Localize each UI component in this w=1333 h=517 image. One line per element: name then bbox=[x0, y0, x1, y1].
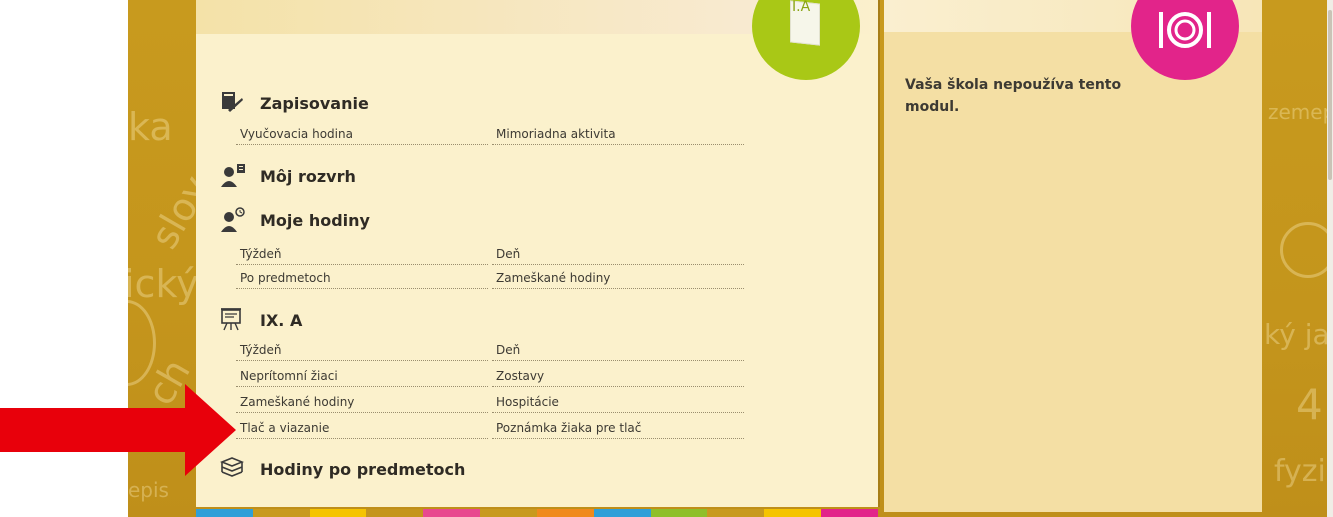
link-zameskane-hodiny[interactable]: Zameškané hodiny bbox=[492, 270, 744, 289]
plate-fork-knife-icon bbox=[1159, 12, 1211, 48]
class-badge-label: I.A bbox=[792, 0, 811, 15]
classroom-board-icon bbox=[220, 307, 246, 333]
section-hodiny-po-predmetoch: Hodiny po predmetoch bbox=[219, 456, 465, 482]
section-moje-hodiny: Moje hodiny bbox=[220, 207, 370, 233]
scrollbar-thumb[interactable] bbox=[1328, 10, 1332, 180]
background-word: epis bbox=[128, 478, 169, 502]
link-den[interactable]: Deň bbox=[492, 342, 744, 361]
color-stripe bbox=[366, 509, 424, 517]
section-title[interactable]: IX. A bbox=[260, 311, 302, 330]
background-word: ký jaz bbox=[1264, 318, 1333, 351]
color-stripe bbox=[536, 509, 594, 517]
color-stripes bbox=[196, 509, 878, 517]
color-stripe bbox=[764, 509, 822, 517]
link-zostavy[interactable]: Zostavy bbox=[492, 368, 744, 387]
link-hospitacie[interactable]: Hospitácie bbox=[492, 394, 744, 413]
link-tyzden[interactable]: Týždeň bbox=[236, 342, 488, 361]
section-ix-a: IX. A bbox=[220, 307, 302, 333]
background-word: ka bbox=[128, 105, 173, 149]
link-zameskane-hodiny[interactable]: Zameškané hodiny bbox=[236, 394, 488, 413]
color-stripe bbox=[707, 509, 765, 517]
section-moj-rozvrh: Môj rozvrh bbox=[220, 163, 356, 189]
link-mimoriadna-aktivita[interactable]: Mimoriadna aktivita bbox=[492, 126, 744, 145]
background-circle bbox=[1280, 222, 1333, 278]
section-title[interactable]: Moje hodiny bbox=[260, 211, 370, 230]
color-stripe bbox=[309, 509, 367, 517]
link-nepritomni-ziaci[interactable]: Neprítomní žiaci bbox=[236, 368, 488, 387]
color-stripe bbox=[650, 509, 708, 517]
color-stripe bbox=[252, 509, 310, 517]
background-word: 4 bbox=[1296, 380, 1323, 429]
link-tyzden[interactable]: Týždeň bbox=[236, 246, 488, 265]
lunch-badge bbox=[1131, 0, 1239, 80]
link-tlac-a-viazanie[interactable]: Tlač a viazanie bbox=[236, 420, 488, 439]
teacher-clock-icon bbox=[220, 207, 246, 233]
link-den[interactable]: Deň bbox=[492, 246, 744, 265]
section-title[interactable]: Môj rozvrh bbox=[260, 167, 356, 186]
page-scrollbar[interactable] bbox=[1327, 0, 1333, 517]
section-title[interactable]: Zapisovanie bbox=[260, 94, 369, 113]
color-stripe bbox=[480, 509, 537, 517]
pencil-writing-icon bbox=[220, 90, 246, 116]
color-stripe bbox=[423, 509, 481, 517]
link-po-predmetoch[interactable]: Po predmetoch bbox=[236, 270, 488, 289]
background-word: fyzi bbox=[1274, 454, 1326, 489]
color-stripe bbox=[593, 509, 651, 517]
color-stripe bbox=[196, 509, 253, 517]
teacher-schedule-icon bbox=[220, 163, 246, 189]
red-arrow-annotation bbox=[0, 384, 236, 476]
module-unavailable-message: Vaša škola nepoužíva tento modul. bbox=[905, 77, 1122, 115]
background-word: zemep bbox=[1268, 100, 1333, 124]
section-zapisovanie: Zapisovanie bbox=[220, 90, 369, 116]
section-title[interactable]: Hodiny po predmetoch bbox=[260, 460, 465, 479]
link-vyucovacia-hodina[interactable]: Vyučovacia hodina bbox=[236, 126, 488, 145]
color-stripe bbox=[821, 509, 878, 517]
link-poznamka-ziaka-pre-tlac[interactable]: Poznámka žiaka pre tlač bbox=[492, 420, 744, 439]
